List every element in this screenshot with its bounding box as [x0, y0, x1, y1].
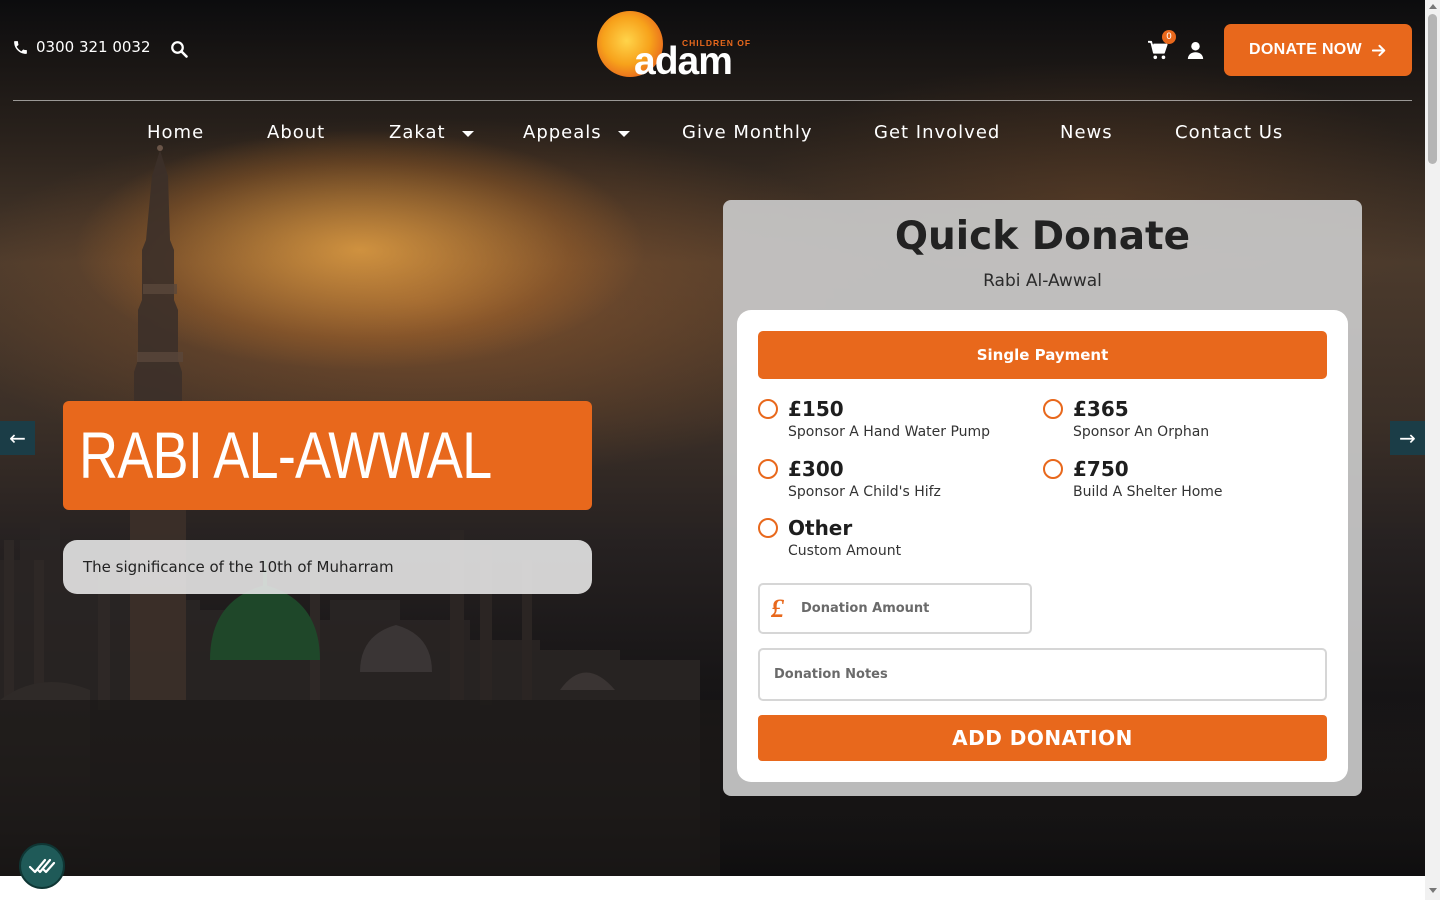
nav-label: Appeals — [523, 122, 602, 143]
donation-option-150[interactable]: £150 Sponsor A Hand Water Pump — [758, 397, 990, 442]
header-divider — [13, 100, 1412, 101]
arrow-right-icon — [1371, 44, 1386, 56]
user-account-icon[interactable] — [1187, 41, 1204, 60]
donation-option-other[interactable]: Other Custom Amount — [758, 516, 901, 561]
slide-subtitle-box[interactable]: The significance of the 10th of Muharram — [63, 540, 592, 594]
nav-item-contact-us[interactable]: Contact Us — [1175, 122, 1283, 143]
option-description: Sponsor An Orphan — [1073, 424, 1210, 440]
option-amount: £365 — [1073, 397, 1129, 421]
double-check-icon — [28, 858, 56, 874]
cart-count-badge: 0 — [1162, 30, 1176, 44]
slide-title: RABI AL-AWWAL — [79, 418, 492, 492]
slide-subtitle: The significance of the 10th of Muharram — [83, 558, 394, 576]
radio-button[interactable] — [758, 459, 778, 479]
page-scrollbar[interactable] — [1425, 0, 1440, 900]
nav-label: News — [1060, 122, 1113, 143]
nav-label: Give Monthly — [682, 122, 813, 143]
donate-now-label: DONATE NOW — [1249, 41, 1362, 58]
radio-button[interactable] — [1043, 459, 1063, 479]
nav-item-zakat[interactable]: Zakat — [389, 122, 474, 143]
donation-option-300[interactable]: £300 Sponsor A Child's Hifz — [758, 457, 941, 502]
donation-option-365[interactable]: £365 Sponsor An Orphan — [1043, 397, 1209, 442]
nav-item-appeals[interactable]: Appeals — [523, 122, 630, 143]
search-icon[interactable] — [170, 40, 188, 58]
quick-donate-panel: Quick Donate Rabi Al-Awwal Single Paymen… — [723, 200, 1362, 796]
radio-button[interactable] — [1043, 399, 1063, 419]
nav-item-get-involved[interactable]: Get Involved — [874, 122, 1000, 143]
scrollbar-thumb[interactable] — [1428, 14, 1437, 164]
svg-text:adam: adam — [634, 40, 732, 80]
slider-prev-button[interactable]: ← — [0, 421, 35, 455]
quick-donate-title: Quick Donate — [894, 214, 1191, 259]
radio-button[interactable] — [758, 399, 778, 419]
option-description: Custom Amount — [788, 543, 902, 559]
nav-label: About — [267, 122, 326, 143]
nav-item-give-monthly[interactable]: Give Monthly — [682, 122, 812, 143]
nav-label: Zakat — [389, 122, 446, 143]
scroll-down-arrow-icon[interactable] — [1429, 888, 1437, 893]
cookie-consent-button[interactable] — [19, 843, 65, 889]
donation-option-750[interactable]: £750 Build A Shelter Home — [1043, 457, 1223, 502]
option-description: Sponsor A Child's Hifz — [788, 484, 941, 500]
arrow-left-icon: ← — [9, 426, 26, 450]
option-amount: £300 — [788, 457, 844, 481]
nav-label: Home — [147, 122, 205, 143]
single-payment-tab[interactable]: Single Payment — [758, 331, 1327, 379]
scroll-up-arrow-icon[interactable] — [1429, 4, 1437, 9]
phone-number: 0300 321 0032 — [36, 38, 151, 56]
phone-icon — [14, 40, 27, 54]
donation-amount-input[interactable]: £ Donation Amount — [758, 583, 1032, 634]
slider-next-button[interactable]: → — [1390, 421, 1425, 455]
option-description: Build A Shelter Home — [1073, 484, 1223, 500]
quick-donate-subtitle: Rabi Al-Awwal — [983, 271, 1102, 291]
option-amount: £150 — [788, 397, 844, 421]
slide-title-box: RABI AL-AWWAL — [63, 401, 592, 510]
option-amount: Other — [788, 516, 853, 540]
donation-notes-input[interactable]: Donation Notes — [758, 648, 1327, 701]
nav-item-home[interactable]: Home — [147, 122, 204, 143]
donation-amount-placeholder: Donation Amount — [801, 601, 930, 616]
nav-item-about[interactable]: About — [267, 122, 325, 143]
children-of-adam-logo[interactable]: CHILDREN OF adam — [596, 10, 758, 80]
donation-notes-placeholder: Donation Notes — [774, 667, 888, 682]
main-nav: Home About Zakat Appeals Give Monthly Ge… — [0, 122, 1425, 150]
arrow-right-icon: → — [1399, 426, 1416, 450]
phone-link[interactable]: 0300 321 0032 — [12, 38, 151, 56]
pound-icon: £ — [771, 593, 784, 623]
chevron-down-icon — [617, 130, 630, 137]
add-donation-button[interactable]: ADD DONATION — [758, 715, 1327, 761]
donation-form: Single Payment £150 Sponsor A Hand Water … — [737, 310, 1348, 782]
nav-label: Get Involved — [874, 122, 1001, 143]
radio-button[interactable] — [758, 518, 778, 538]
option-amount: £750 — [1073, 457, 1129, 481]
option-description: Sponsor A Hand Water Pump — [788, 424, 991, 440]
nav-item-news[interactable]: News — [1060, 122, 1113, 143]
donate-now-button[interactable]: DONATE NOW — [1224, 24, 1412, 76]
nav-label: Contact Us — [1175, 122, 1284, 143]
chevron-down-icon — [461, 130, 474, 137]
